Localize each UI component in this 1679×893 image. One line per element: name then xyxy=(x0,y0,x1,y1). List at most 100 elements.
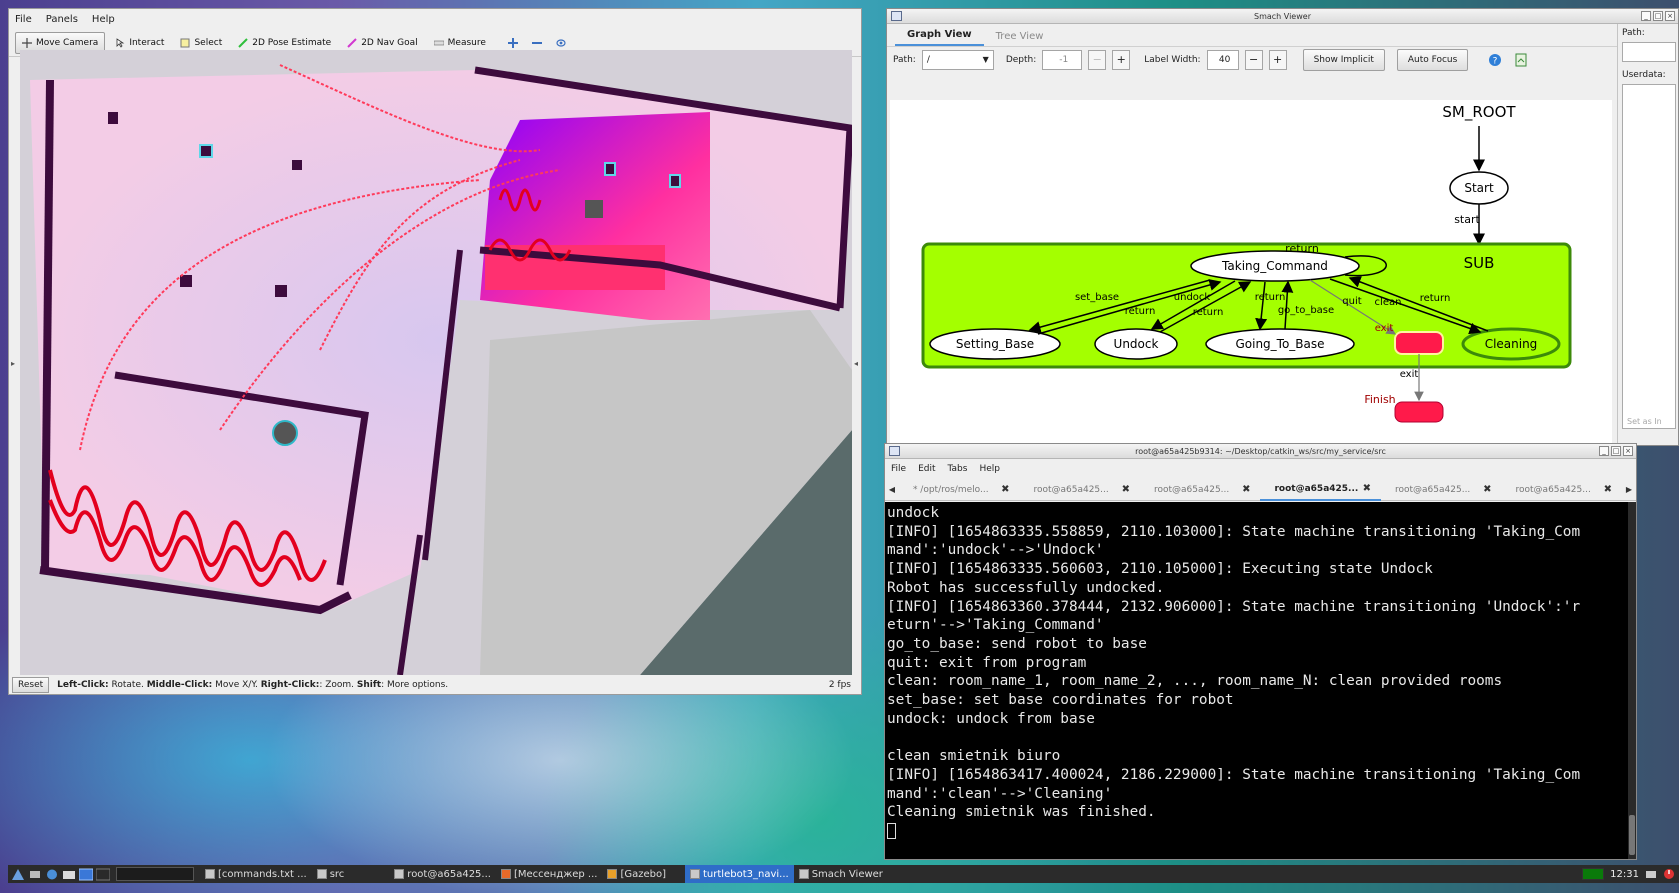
tab-graph-view[interactable]: Graph View xyxy=(895,29,984,46)
close-icon[interactable]: × xyxy=(1665,11,1675,21)
label-width-value: 40 xyxy=(1218,54,1231,65)
rviz-menu-help[interactable]: Help xyxy=(92,14,115,25)
terminal-tab[interactable]: root@a65a425... ✖ xyxy=(1502,479,1623,501)
eye-icon[interactable] xyxy=(554,36,570,50)
taskbar-item[interactable]: [commands.txt ... xyxy=(200,865,312,883)
reset-button[interactable]: Reset xyxy=(12,677,50,693)
terminal-menu-file[interactable]: File xyxy=(891,464,906,474)
smach-title: Smach Viewer xyxy=(1254,12,1311,21)
finish-label: Finish xyxy=(1364,393,1395,406)
tab-close-icon[interactable]: ✖ xyxy=(1122,484,1130,495)
state-machine-graph: SM_ROOT Start start SUB Taking_Command r… xyxy=(921,103,1572,423)
tabs-scroll-right-icon[interactable]: ▶ xyxy=(1622,485,1636,494)
tool-move-camera-label: Move Camera xyxy=(36,37,99,48)
set-as-initial-button[interactable]: Set as In xyxy=(1627,417,1662,426)
terminal-menu-help[interactable]: Help xyxy=(979,464,1000,474)
status-right-click: Right-Click: xyxy=(260,680,320,690)
clock[interactable]: 12:31 xyxy=(1610,869,1639,880)
depth-decrement-button[interactable]: − xyxy=(1088,49,1107,70)
smach-graph-canvas[interactable]: SM_ROOT Start start SUB Taking_Command r… xyxy=(890,100,1612,445)
taskbar-item[interactable]: root@a65a425... xyxy=(389,865,496,883)
terminal-scrollbar-thumb[interactable] xyxy=(1629,815,1635,855)
depth-input[interactable]: -1 xyxy=(1042,49,1083,70)
taskbar-item-active[interactable]: turtlebot3_navi... xyxy=(685,865,794,883)
taskbar-item[interactable]: [Мессенджер ... xyxy=(496,865,603,883)
userdata-view[interactable]: Set as In xyxy=(1622,84,1676,429)
taskbar-item[interactable]: Smach Viewer xyxy=(794,865,888,883)
tab-tree-view[interactable]: Tree View xyxy=(984,31,1056,46)
workspace-pager[interactable] xyxy=(116,867,194,881)
path-label: Path: xyxy=(893,54,916,65)
tool-interact-label: Interact xyxy=(129,37,165,48)
start-menu-icon[interactable] xyxy=(11,868,25,881)
terminal-tab-label: root@a65a425... xyxy=(1033,484,1109,495)
maximize-icon[interactable]: □ xyxy=(1653,11,1663,21)
terminal-cursor xyxy=(887,822,896,839)
smach-viewer-window: Smach Viewer _ □ × Graph View Tree View … xyxy=(886,8,1679,446)
label-width-input[interactable]: 40 xyxy=(1206,49,1239,70)
tab-close-icon[interactable]: ✖ xyxy=(1001,484,1009,495)
map-3d-view[interactable] xyxy=(20,50,852,675)
show-implicit-button[interactable]: Show Implicit xyxy=(1302,48,1385,71)
terminal-close-icon[interactable]: × xyxy=(1623,446,1633,456)
right-panel-arrow-icon[interactable]: ◂ xyxy=(854,359,860,368)
file-manager-icon[interactable] xyxy=(62,868,76,881)
terminal-tab[interactable]: * /opt/ros/melo... ✖ xyxy=(899,479,1020,501)
left-panel-arrow-icon[interactable]: ▸ xyxy=(11,359,17,368)
taskbar-item[interactable]: src xyxy=(312,865,350,883)
rviz-menu-file[interactable]: File xyxy=(15,14,32,25)
right-path-input[interactable] xyxy=(1622,42,1676,62)
path-combo[interactable]: / ▼ xyxy=(921,49,994,70)
state-cleaning-label: Cleaning xyxy=(1485,337,1538,351)
desktop-1-icon[interactable] xyxy=(79,868,93,881)
terminal-minimize-icon[interactable]: _ xyxy=(1599,446,1609,456)
browser-icon[interactable] xyxy=(45,868,59,881)
tab-close-icon[interactable]: ✖ xyxy=(1363,483,1371,494)
save-image-icon[interactable] xyxy=(1514,53,1528,67)
power-icon[interactable] xyxy=(1663,868,1675,880)
terminal-output[interactable]: undock [INFO] [1654863335.558859, 2110.1… xyxy=(885,502,1630,859)
tool-measure-label: Measure xyxy=(447,37,486,48)
plus-icon[interactable] xyxy=(506,36,520,50)
depth-increment-button[interactable]: + xyxy=(1112,49,1131,70)
terminal-tab-active[interactable]: root@a65a425... ✖ xyxy=(1260,479,1381,501)
container-sub-label: SUB xyxy=(1464,254,1495,272)
tab-close-icon[interactable]: ✖ xyxy=(1604,484,1612,495)
graph-sm-root: SM_ROOT xyxy=(1442,103,1516,122)
tabs-scroll-left-icon[interactable]: ◀ xyxy=(885,485,899,494)
label-width-increment-button[interactable]: + xyxy=(1268,49,1287,70)
taskbar-item[interactable]: [Gazebo] xyxy=(602,865,671,883)
help-icon[interactable]: ? xyxy=(1488,53,1502,67)
tool-2d-nav-goal-label: 2D Nav Goal xyxy=(361,37,418,48)
label-width-decrement-button[interactable]: − xyxy=(1244,49,1263,70)
terminal-menu-edit[interactable]: Edit xyxy=(918,464,935,474)
terminal-tab[interactable]: root@a65a425... ✖ xyxy=(1381,479,1502,501)
terminal-maximize-icon[interactable]: □ xyxy=(1611,446,1621,456)
minus-icon[interactable] xyxy=(530,36,544,50)
edge-undock: undock xyxy=(1174,292,1211,303)
terminal-tabs: ◀ * /opt/ros/melo... ✖ root@a65a425... ✖ r… xyxy=(885,479,1636,501)
auto-focus-button[interactable]: Auto Focus xyxy=(1396,48,1469,71)
state-exit-terminal[interactable] xyxy=(1394,331,1444,355)
logout-icon[interactable] xyxy=(28,868,42,881)
status-middle-click: Middle-Click: xyxy=(146,680,213,690)
tab-close-icon[interactable]: ✖ xyxy=(1242,484,1250,495)
status-left-click: Left-Click: xyxy=(57,680,109,690)
desktop-2-icon[interactable] xyxy=(96,868,110,881)
costmap-render xyxy=(20,50,852,675)
tab-close-icon[interactable]: ✖ xyxy=(1483,484,1491,495)
terminal-tab[interactable]: root@a65a425... ✖ xyxy=(1019,479,1140,501)
measure-icon xyxy=(433,40,444,45)
path-value: / xyxy=(926,54,930,65)
pose-estimate-icon xyxy=(238,37,248,48)
network-icon[interactable] xyxy=(1645,868,1657,880)
chevron-down-icon: ▼ xyxy=(982,55,989,64)
minimize-icon[interactable]: _ xyxy=(1641,11,1651,21)
terminal-tab-label: * /opt/ros/melo... xyxy=(912,484,989,495)
terminal-scrollbar[interactable] xyxy=(1628,502,1636,859)
taskbar-item-label: [Gazebo] xyxy=(620,868,667,880)
state-finish-terminal[interactable] xyxy=(1394,401,1444,423)
terminal-tab[interactable]: root@a65a425... ✖ xyxy=(1140,479,1261,501)
terminal-menu-tabs[interactable]: Tabs xyxy=(948,464,968,474)
rviz-menu-panels[interactable]: Panels xyxy=(46,14,78,25)
